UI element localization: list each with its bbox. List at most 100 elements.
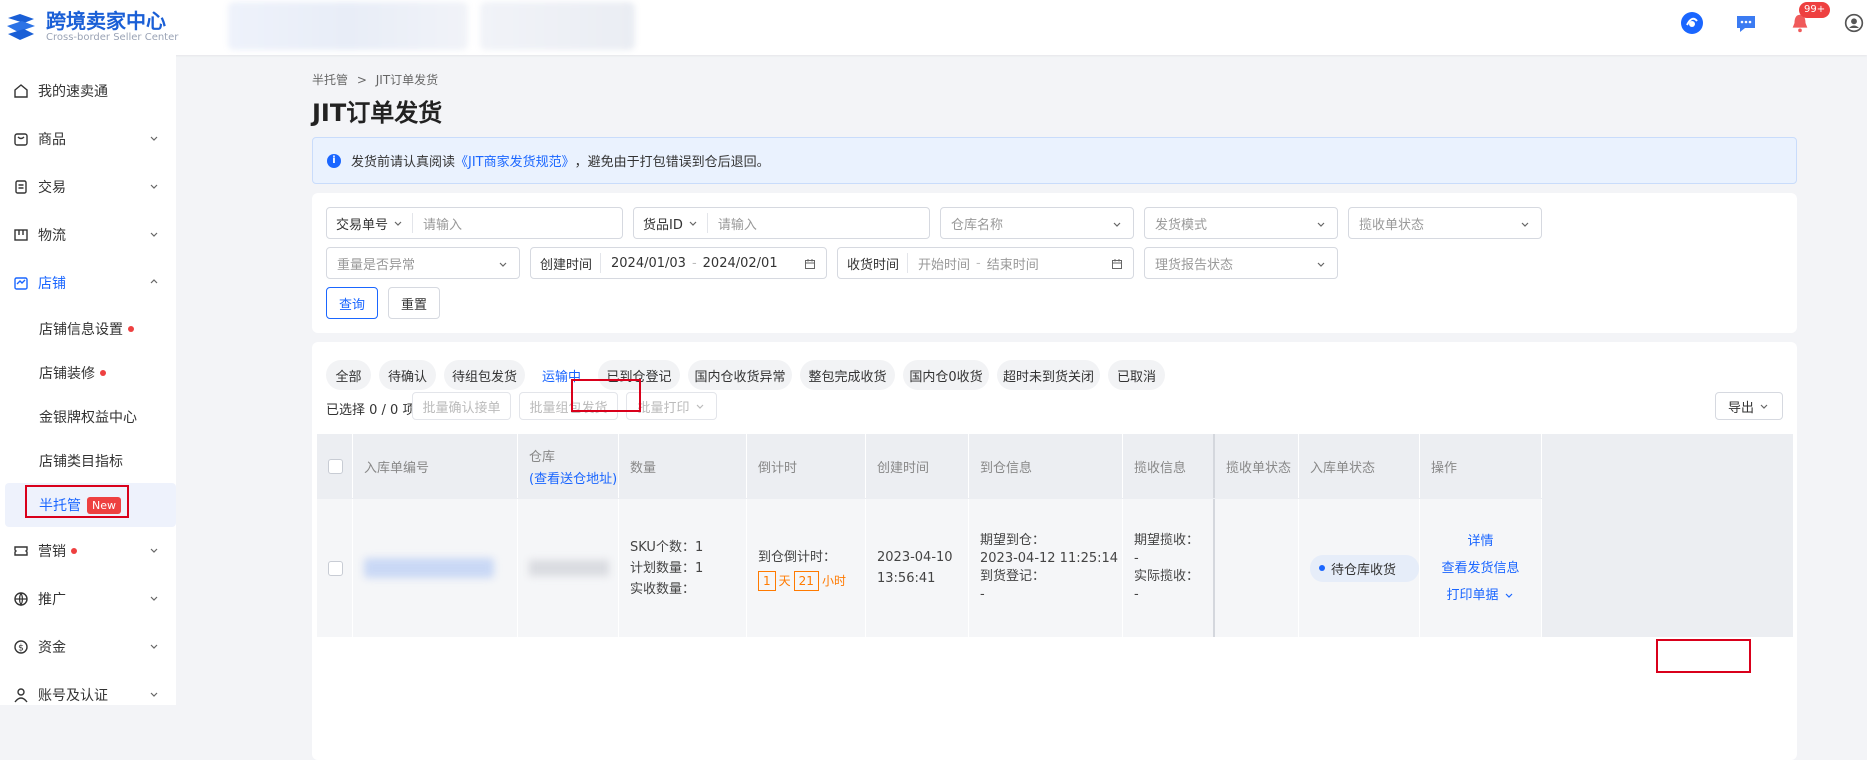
tab-all[interactable]: 全部	[326, 360, 371, 390]
sidebar-item-label: 资金	[38, 640, 66, 656]
goods-id-input[interactable]: 请输入	[708, 214, 757, 233]
actual-pickup-label: 实际揽收：	[1134, 569, 1200, 584]
chevron-down-icon	[1317, 222, 1325, 227]
col-arrival: 到仓信息	[969, 434, 1123, 498]
created-time-range[interactable]: 创建时间 2024/01/03 - 2024/02/01	[530, 247, 827, 279]
sidebar-item-funds[interactable]: $ 资金	[0, 623, 176, 671]
chevron-down-icon	[150, 548, 158, 553]
expect-pickup-label: 期望揽收：	[1134, 533, 1200, 548]
sidebar-item-marketing[interactable]: 营销	[0, 527, 176, 575]
notice-banner: i 发货前请认真阅读 《JIT商家发货规范》 ，避免由于打包错误到仓后退回。	[312, 137, 1797, 184]
sidebar-subitem-label: 店铺信息设置	[39, 322, 123, 338]
created-end[interactable]: 2024/02/01	[703, 256, 778, 271]
ship-mode-placeholder: 发货模式	[1155, 217, 1208, 233]
sidebar-subitem-store-decor[interactable]: 店铺装修	[0, 351, 176, 395]
bell-icon[interactable]: 99+	[1787, 2, 1831, 36]
sidebar-item-home[interactable]: 我的速卖通	[0, 67, 176, 115]
pickup-status-select[interactable]: 揽收单状态	[1348, 207, 1542, 239]
goods-id-field[interactable]: 货品ID 请输入	[633, 207, 930, 239]
col-order-no: 入库单编号	[353, 434, 518, 498]
tab-timeout-closed[interactable]: 超时未到货关闭	[997, 360, 1100, 390]
app-subtitle: Cross-border Seller Center	[46, 32, 179, 43]
calendar-icon[interactable]	[804, 258, 816, 270]
search-button[interactable]: 查询	[326, 287, 378, 319]
col-pickup: 揽收信息	[1123, 434, 1215, 498]
breadcrumb: 半托管 > JIT订单发货	[312, 71, 438, 88]
status-text: 待仓库收货	[1331, 562, 1397, 578]
sidebar-item-label: 账号及认证	[38, 688, 108, 704]
notice-text: 发货前请认真阅读	[351, 155, 456, 170]
tab-cancelled[interactable]: 已取消	[1108, 360, 1165, 390]
trade-no-select[interactable]: 交易单号	[327, 213, 414, 233]
sidebar-item-logistics[interactable]: 物流	[0, 211, 176, 259]
print-documents-dropdown[interactable]: 打印单据	[1446, 582, 1514, 609]
browser-icon[interactable]	[1679, 10, 1705, 36]
selected-count: 已选择 0 / 0 项	[326, 403, 416, 418]
user-icon[interactable]	[1841, 10, 1867, 36]
order-no-cell	[353, 499, 518, 637]
sidebar-item-products[interactable]: 商品	[0, 115, 176, 163]
warehouse-address-link[interactable]: (查看送仓地址)	[529, 468, 617, 487]
chevron-up-icon	[150, 279, 158, 284]
batch-confirm-button[interactable]: 批量确认接单	[412, 392, 511, 420]
tab-receive-abnormal[interactable]: 国内仓收货异常	[688, 360, 792, 390]
received-start[interactable]: 开始时间	[908, 254, 970, 273]
sidebar: 我的速卖通 商品 交易 物流 店铺 店铺信息设置 店铺装修 金银牌权益中心 店铺…	[0, 55, 176, 705]
breadcrumb-parent[interactable]: 半托管	[312, 73, 348, 87]
sidebar-item-store[interactable]: 店铺	[0, 259, 176, 307]
globe-icon	[12, 590, 30, 608]
sidebar-subitem-store-info[interactable]: 店铺信息设置	[0, 307, 176, 351]
chevron-down-icon	[696, 404, 703, 409]
weight-abnormal-select[interactable]: 重量是否异常	[326, 247, 520, 279]
trade-no-label: 交易单号	[336, 217, 389, 233]
row-select-cell	[317, 499, 353, 637]
calendar-icon[interactable]	[1111, 258, 1123, 270]
weight-placeholder: 重量是否异常	[337, 257, 416, 273]
bag-icon	[12, 130, 30, 148]
pickup-status-cell	[1215, 499, 1299, 637]
sidebar-item-trade[interactable]: 交易	[0, 163, 176, 211]
blurred-order-no[interactable]	[364, 558, 494, 578]
sidebar-item-promotion[interactable]: 推广	[0, 575, 176, 623]
report-status-select[interactable]: 理货报告状态	[1144, 247, 1338, 279]
orders-table: 入库单编号 仓库 (查看送仓地址) 数量 倒计时 创建时间 到仓信息 揽收信息 …	[317, 434, 1793, 637]
warehouse-select[interactable]: 仓库名称	[940, 207, 1134, 239]
store-icon	[12, 274, 30, 292]
message-icon[interactable]	[1733, 10, 1759, 36]
person-icon	[12, 686, 30, 704]
pickup-cell: 期望揽收： - 实际揽收： -	[1123, 499, 1215, 637]
sidebar-subitem-medal[interactable]: 金银牌权益中心	[0, 395, 176, 439]
row-checkbox[interactable]	[328, 560, 343, 576]
expect-arrive-value: 2023-04-12 11:25:14	[980, 551, 1119, 566]
export-button[interactable]: 导出	[1715, 392, 1783, 420]
tab-fully-received[interactable]: 整包完成收货	[800, 360, 895, 390]
goods-id-select[interactable]: 货品ID	[634, 213, 708, 233]
sidebar-item-account[interactable]: 账号及认证	[0, 671, 176, 719]
detail-link[interactable]: 详情	[1467, 528, 1493, 555]
info-icon: i	[327, 153, 341, 168]
range-separator: -	[691, 255, 697, 271]
trade-no-field[interactable]: 交易单号 请输入	[326, 207, 623, 239]
reset-button[interactable]: 重置	[388, 287, 440, 319]
view-shipping-info-link[interactable]: 查看发货信息	[1441, 555, 1519, 582]
chevron-down-icon	[150, 644, 158, 649]
ship-mode-select[interactable]: 发货模式	[1144, 207, 1338, 239]
expect-arrive-label: 期望到仓：	[980, 533, 1046, 548]
received-time-range[interactable]: 收货时间 开始时间 - 结束时间	[837, 247, 1134, 279]
chevron-down-icon	[689, 221, 697, 226]
quantity-cell: SKU个数：1 计划数量：1 实收数量：	[619, 499, 747, 637]
notice-link[interactable]: 《JIT商家发货规范》	[455, 151, 575, 170]
ops-cell: 详情 查看发货信息 打印单据	[1420, 499, 1542, 637]
header-select-cell	[317, 434, 353, 498]
select-all-checkbox[interactable]	[328, 458, 343, 474]
tab-zero-received[interactable]: 国内仓0收货	[903, 360, 989, 390]
created-start[interactable]: 2024/01/03	[601, 256, 686, 271]
trade-no-input[interactable]: 请输入	[413, 214, 462, 233]
list-card: 全部 待确认 待组包发货 运输中 已到仓登记 国内仓收货异常 整包完成收货 国内…	[312, 342, 1797, 760]
tab-pending-confirm[interactable]: 待确认	[379, 360, 436, 390]
chevron-down-icon	[394, 221, 402, 226]
logo[interactable]: 跨境卖家中心 Cross-border Seller Center	[4, 10, 178, 44]
received-end[interactable]: 结束时间	[987, 254, 1039, 273]
sidebar-subitem-category-metrics[interactable]: 店铺类目指标	[0, 439, 176, 483]
tab-pending-pack[interactable]: 待组包发货	[444, 360, 525, 390]
